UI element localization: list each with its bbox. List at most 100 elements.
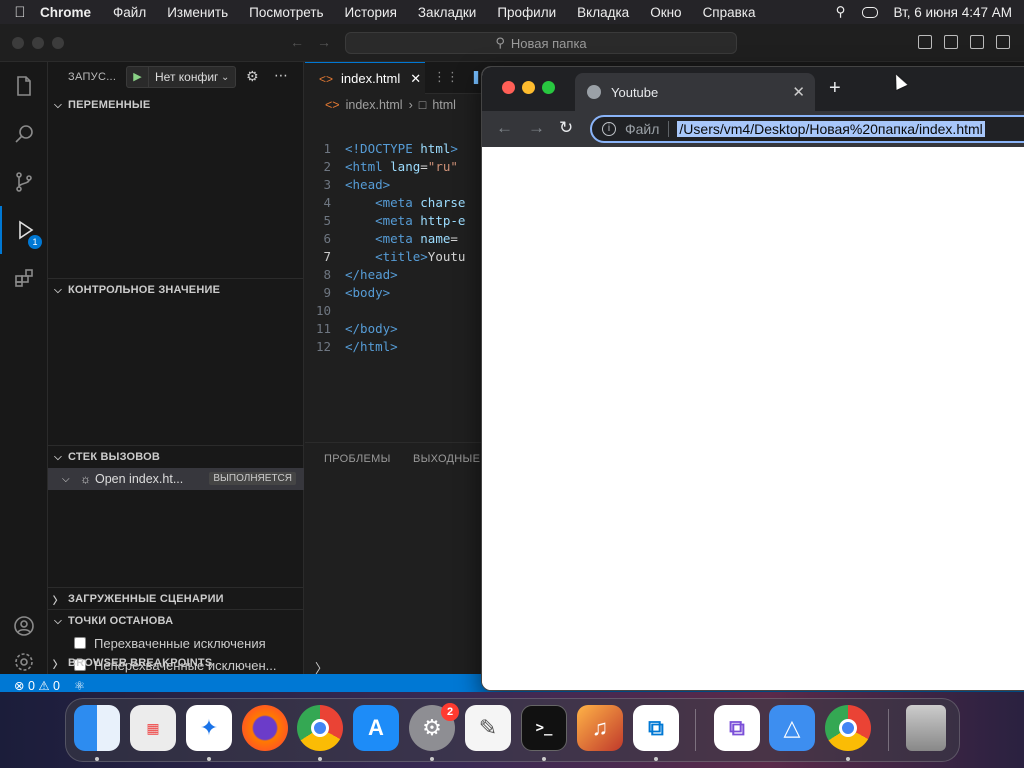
visual-studio-icon[interactable]: ⧉ — [714, 705, 760, 751]
play-icon[interactable]: ▶ — [127, 67, 149, 87]
account-icon[interactable] — [0, 602, 48, 650]
launchpad-icon[interactable]: ▦ — [130, 705, 176, 751]
launch-config-dropdown[interactable]: ▶ Нет конфиг ⌄ — [126, 66, 236, 88]
menu-file[interactable]: Файл — [113, 5, 146, 20]
back-arrow-icon[interactable]: ← — [496, 118, 513, 138]
breakpoints-section-header[interactable]: ⌵ ТОЧКИ ОСТАНОВА — [48, 610, 304, 632]
tab-output[interactable]: ВЫХОДНЫЕ — [413, 453, 480, 465]
close-icon[interactable]: ✕ — [410, 71, 421, 87]
running-indicator — [95, 757, 99, 761]
keynote-icon[interactable]: △ — [769, 705, 815, 751]
code-line[interactable]: 2 <html lang="ru" — [305, 158, 505, 176]
code-editor[interactable]: 1 <!DOCTYPE html> 2 <html lang="ru" 3 <head> 4… — [305, 140, 505, 356]
menu-profiles[interactable]: Профили — [497, 5, 556, 20]
loaded-scripts-section-header[interactable]: 〉 ЗАГРУЖЕННЫЕ СЦЕНАРИИ — [48, 588, 304, 610]
toggle-panel-icon[interactable] — [944, 35, 958, 49]
gear-icon[interactable]: ⚙ — [246, 68, 259, 85]
menu-clock[interactable]: Вт, 6 июня 4:47 AM — [894, 5, 1012, 20]
chrome-zoom-dot[interactable] — [542, 81, 555, 94]
chrome-dock-icon-2[interactable] — [825, 705, 871, 751]
tab-index-html[interactable]: <> index.html ✕ — [305, 62, 425, 94]
chrome-page-content[interactable] — [482, 147, 1024, 690]
callstack-section-header[interactable]: ⌵ СТЕК ВЫЗОВОВ — [48, 446, 304, 468]
code-line[interactable]: 10 — [305, 302, 505, 320]
code-line[interactable]: 8 </head> — [305, 266, 505, 284]
menu-tab[interactable]: Вкладка — [577, 5, 629, 20]
garageband-icon[interactable]: ♫ — [577, 705, 623, 751]
code-line[interactable]: 7 <title>Youtu — [305, 248, 505, 266]
terminal-icon[interactable]: >_ — [521, 705, 567, 751]
app-store-icon[interactable]: A — [353, 705, 399, 751]
toggle-secondary-sidebar-icon[interactable] — [970, 35, 984, 49]
code-line[interactable]: 5 <meta http-e — [305, 212, 505, 230]
callstack-session-row[interactable]: ⌵ ☼ Open index.ht... ВЫПОЛНЯЕТСЯ — [48, 468, 304, 490]
forward-arrow-icon[interactable]: → — [317, 34, 331, 50]
code-line[interactable]: 4 <meta charse — [305, 194, 505, 212]
finder-icon[interactable] — [74, 705, 120, 751]
breadcrumb-file[interactable]: index.html — [346, 98, 403, 112]
chrome-dock-icon[interactable] — [297, 705, 343, 751]
command-center[interactable]: ⚲ Новая папка — [345, 32, 737, 54]
extensions-icon[interactable] — [0, 254, 48, 302]
line-number: 11 — [315, 321, 331, 336]
chrome-minimize-dot[interactable] — [522, 81, 535, 94]
checkbox[interactable] — [74, 637, 86, 649]
code-line[interactable]: 11 </body> — [305, 320, 505, 338]
run-debug-icon[interactable]: 1 — [0, 206, 48, 254]
chrome-tab-youtube[interactable]: Youtube ✕ — [575, 73, 815, 111]
gear-icon[interactable] — [0, 650, 48, 674]
apple-logo-icon[interactable]:  — [0, 4, 40, 21]
safari-icon[interactable]: ✦ — [186, 705, 232, 751]
menu-bookmarks[interactable]: Закладки — [418, 5, 476, 20]
forward-arrow-icon[interactable]: → — [528, 118, 545, 138]
address-url-text[interactable]: /Users/vm4/Desktop/Новая%20папка/index.h… — [677, 121, 985, 137]
menu-view[interactable]: Посмотреть — [249, 5, 323, 20]
code-line[interactable]: 3 <head> — [305, 176, 505, 194]
drag-handle-icon[interactable]: ⋮⋮ — [433, 69, 459, 84]
chevron-right-icon: 〉 — [52, 595, 64, 607]
search-icon[interactable] — [0, 110, 48, 158]
chevron-down-icon: ⌵ — [54, 284, 62, 296]
breakpoint-caught-exceptions[interactable]: Перехваченные исключения — [48, 632, 304, 654]
variables-section-header[interactable]: ⌵ ПЕРЕМЕННЫЕ — [48, 94, 304, 116]
code-line[interactable]: 1 <!DOCTYPE html> — [305, 140, 505, 158]
source-control-icon[interactable] — [0, 158, 48, 206]
menu-app-name[interactable]: Chrome — [40, 5, 91, 20]
code-line[interactable]: 9 <body> — [305, 284, 505, 302]
textedit-icon[interactable]: ✎ — [465, 705, 511, 751]
explorer-icon[interactable] — [0, 62, 48, 110]
browser-breakpoints-section-header[interactable]: 〉 BROWSER BREAKPOINTS — [48, 652, 304, 674]
menu-history[interactable]: История — [345, 5, 397, 20]
toggle-sidebar-icon[interactable] — [918, 35, 932, 49]
control-center-icon[interactable] — [861, 6, 878, 18]
code-line[interactable]: 6 <meta name= — [305, 230, 505, 248]
running-indicator — [430, 757, 434, 761]
chevron-down-icon: ⌵ — [54, 615, 62, 627]
spotlight-search-icon[interactable]: ⚲ — [836, 4, 846, 20]
reload-icon[interactable]: ↻ — [559, 118, 573, 138]
back-arrow-icon[interactable]: ← — [290, 34, 304, 50]
tab-problems[interactable]: ПРОБЛЕМЫ — [324, 453, 391, 465]
menu-edit[interactable]: Изменить — [167, 5, 228, 20]
more-actions-icon[interactable]: ⋯ — [274, 67, 288, 84]
running-indicator — [542, 757, 546, 761]
firefox-icon[interactable] — [242, 705, 288, 751]
vscode-zoom-dot[interactable] — [52, 37, 64, 49]
breadcrumb-element[interactable]: html — [432, 98, 456, 112]
vscode-minimize-dot[interactable] — [32, 37, 44, 49]
chrome-close-dot[interactable] — [502, 81, 515, 94]
new-tab-plus-icon[interactable]: + — [829, 77, 841, 100]
address-bar[interactable]: i Файл /Users/vm4/Desktop/Новая%20папка/… — [590, 115, 1024, 143]
debug-status-icon[interactable]: ⚛ — [74, 678, 85, 693]
trash-icon[interactable] — [906, 705, 946, 751]
problems-status[interactable]: ⊗ 0 ⚠ 0 — [14, 678, 60, 693]
close-icon[interactable]: ✕ — [792, 83, 805, 101]
code-line[interactable]: 12 </html> — [305, 338, 505, 356]
info-icon[interactable]: i — [602, 122, 616, 136]
customize-layout-icon[interactable] — [996, 35, 1010, 49]
vscode-dock-icon[interactable]: ⧉ — [633, 705, 679, 751]
vscode-close-dot[interactable] — [12, 37, 24, 49]
watch-section-header[interactable]: ⌵ КОНТРОЛЬНОЕ ЗНАЧЕНИЕ — [48, 279, 304, 301]
menu-window[interactable]: Окно — [650, 5, 681, 20]
menu-help[interactable]: Справка — [703, 5, 756, 20]
